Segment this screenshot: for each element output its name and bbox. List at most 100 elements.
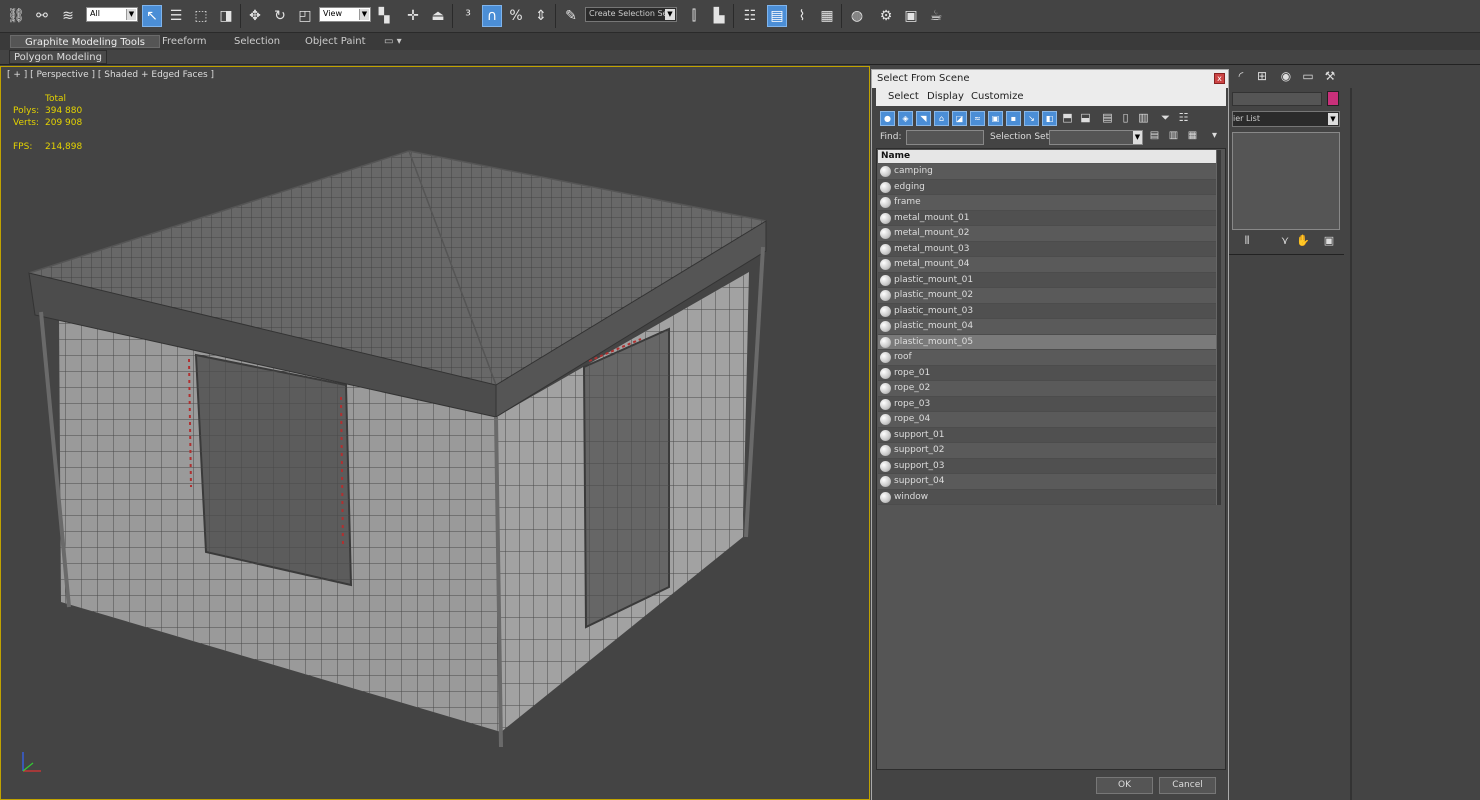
list-item[interactable]: rope_04 [878,412,1216,428]
menu-display[interactable]: Display [927,91,964,102]
list-item[interactable]: frame [878,195,1216,211]
display-xrefs-icon[interactable]: ▪ [1006,111,1021,126]
named-selection-dropdown[interactable]: Create Selection Se ▼ [585,7,677,22]
ok-button[interactable]: OK [1096,777,1153,794]
object-name-field[interactable] [1232,92,1322,106]
list-item[interactable]: window [878,489,1216,505]
edit-named-selection-icon[interactable]: ✎ [561,5,581,27]
list-item[interactable]: support_03 [878,458,1216,474]
render-production-icon[interactable]: ☕ [926,5,946,27]
create-selection-set-icon[interactable]: ▤ [1148,130,1161,144]
display-cameras-icon[interactable]: ⌂ [934,111,949,126]
display-shapes-icon[interactable]: ◈ [898,111,913,126]
display-helpers-icon[interactable]: ◪ [952,111,967,126]
viewport-label[interactable]: [ + ] [ Perspective ] [ Shaded + Edged F… [7,70,214,80]
list-item[interactable]: metal_mount_04 [878,257,1216,273]
list-item[interactable]: support_04 [878,474,1216,490]
list-item[interactable]: rope_03 [878,396,1216,412]
render-setup-icon[interactable]: ⚙ [876,5,896,27]
list-item[interactable]: metal_mount_03 [878,241,1216,257]
tab-freeform[interactable]: Freeform [148,35,221,48]
object-color-swatch[interactable] [1327,91,1339,106]
create-tab-icon[interactable]: ◜ [1233,69,1249,85]
display-frozen-icon[interactable]: ⬒ [1060,111,1075,126]
selection-filter-dropdown[interactable]: All ▼ [86,7,138,22]
align-icon[interactable]: ▙ [709,5,729,27]
display-lights-icon[interactable]: ◥ [916,111,931,126]
add-to-selection-set-icon[interactable]: ▥ [1167,130,1180,144]
list-item[interactable]: plastic_mount_03 [878,303,1216,319]
select-manipulate-icon[interactable]: ✛ [403,5,423,27]
select-object-icon[interactable]: ↖ [142,5,162,27]
list-item[interactable]: plastic_mount_04 [878,319,1216,335]
list-item[interactable]: plastic_mount_05 [878,334,1216,350]
select-none-icon[interactable]: ▯ [1118,111,1133,126]
spinner-snap-icon[interactable]: ⇕ [531,5,551,27]
display-groups-icon[interactable]: ▣ [988,111,1003,126]
command-panel-scrollbar[interactable] [1350,88,1352,800]
modifier-stack[interactable] [1232,132,1340,230]
motion-tab-icon[interactable]: ◉ [1278,69,1294,85]
perspective-viewport[interactable]: [ + ] [ Perspective ] [ Shaded + Edged F… [0,66,870,800]
pivot-center-icon[interactable]: ▚ [374,5,394,27]
material-editor-icon[interactable]: ◍ [847,5,867,27]
list-item[interactable]: camping [878,164,1216,180]
select-invert-icon[interactable]: ▥ [1136,111,1151,126]
select-and-move-icon[interactable]: ✥ [245,5,265,27]
menu-customize[interactable]: Customize [971,91,1024,102]
configure-modifier-sets-icon[interactable]: ▣ [1322,234,1336,248]
keyboard-shortcut-override-icon[interactable]: ⏏ [428,5,448,27]
list-item[interactable]: metal_mount_02 [878,226,1216,242]
remove-from-selection-set-icon[interactable]: ▦ [1186,130,1199,144]
snaps-toggle-icon[interactable]: ³ [458,5,478,27]
bind-space-warp-icon[interactable]: ≋ [58,5,78,27]
find-input[interactable] [906,130,984,145]
pin-stack-icon[interactable]: ⫴ [1240,234,1254,248]
make-unique-icon[interactable]: ✋ [1296,234,1310,248]
rectangular-selection-icon[interactable]: ⬚ [191,5,211,27]
select-by-name-icon[interactable]: ☰ [166,5,186,27]
collapse-panel-icon[interactable]: ▾ [1208,130,1221,144]
list-item[interactable]: plastic_mount_02 [878,288,1216,304]
list-item[interactable]: support_01 [878,427,1216,443]
layer-manager-icon[interactable]: ☷ [740,5,760,27]
menu-select[interactable]: Select [888,91,919,102]
reference-coordinate-dropdown[interactable]: View ▼ [319,7,371,22]
filter-options-icon[interactable]: ☷ [1176,111,1191,126]
column-header-name[interactable]: Name [878,150,1216,163]
modifier-list-dropdown[interactable]: ier List ▼ [1232,111,1340,127]
rendered-frame-window-icon[interactable]: ▣ [901,5,921,27]
show-end-result-icon[interactable]: ⋎ [1278,234,1292,248]
select-and-rotate-icon[interactable]: ↻ [270,5,290,27]
display-tab-icon[interactable]: ▭ [1300,69,1316,85]
window-crossing-icon[interactable]: ◨ [216,5,236,27]
list-item[interactable]: roof [878,350,1216,366]
close-icon[interactable]: x [1214,73,1225,84]
display-geometry-icon[interactable]: ● [880,111,895,126]
ribbon-options-icon[interactable]: ▭ ▾ [380,35,406,48]
select-all-icon[interactable]: ▤ [1100,111,1115,126]
angle-snap-icon[interactable]: ∩ [482,5,502,27]
mirror-icon[interactable]: ⫿ [684,5,704,27]
utilities-tab-icon[interactable]: ⚒ [1322,69,1338,85]
dialog-title[interactable]: Select From Scene [872,70,1228,88]
tab-selection[interactable]: Selection [220,35,294,48]
list-item[interactable]: support_02 [878,443,1216,459]
list-item[interactable]: edging [878,179,1216,195]
list-item[interactable]: rope_02 [878,381,1216,397]
filter-icon[interactable]: ⏷ [1158,111,1173,126]
cancel-button[interactable]: Cancel [1159,777,1216,794]
schematic-view-icon[interactable]: ▦ [817,5,837,27]
display-bones-icon[interactable]: ↘ [1024,111,1039,126]
list-item[interactable]: rope_01 [878,365,1216,381]
display-hidden-icon[interactable]: ⬓ [1078,111,1093,126]
select-and-scale-icon[interactable]: ◰ [295,5,315,27]
object-list-scrollbar[interactable] [1216,150,1221,505]
list-item[interactable]: metal_mount_01 [878,210,1216,226]
polygon-modeling-panel[interactable]: Polygon Modeling [9,50,107,64]
display-space-warps-icon[interactable]: ≈ [970,111,985,126]
graphite-tools-toggle-icon[interactable]: ▤ [767,5,787,27]
unlink-icon[interactable]: ⚯ [32,5,52,27]
tab-object-paint[interactable]: Object Paint [291,35,380,48]
percent-snap-icon[interactable]: % [506,5,526,27]
